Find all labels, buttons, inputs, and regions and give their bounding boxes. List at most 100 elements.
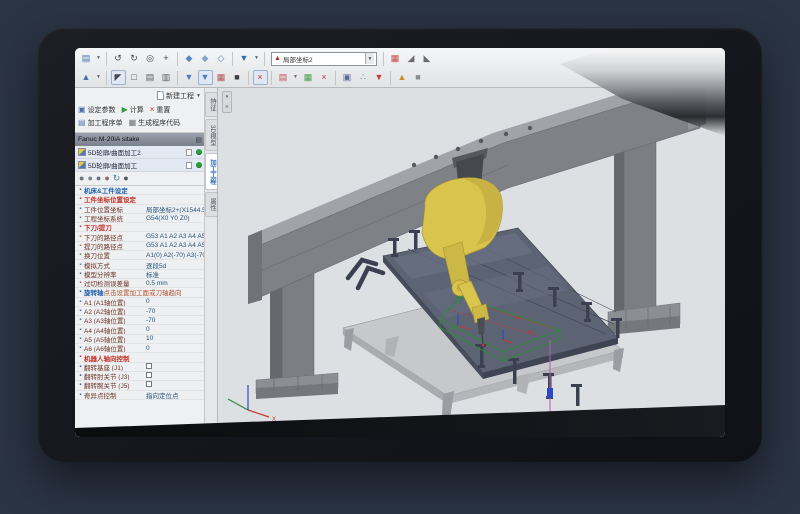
- set-params-button[interactable]: ▣设定参数: [78, 105, 116, 115]
- param-row[interactable]: ▪工程坐标系统G54(X0 Y0 Z0): [75, 214, 205, 223]
- tool-setup-icon[interactable]: ●: [87, 174, 92, 183]
- param-row[interactable]: ▪换刀位置A1(0) A2(-70) A3(-70): [75, 251, 205, 260]
- calculate-button[interactable]: ▶计算: [122, 105, 144, 115]
- verify-caret-icon[interactable]: ▼: [253, 51, 261, 66]
- open-caret-icon[interactable]: ▼: [95, 51, 103, 66]
- mesh-edit-icon[interactable]: ▦: [214, 70, 229, 85]
- param-value[interactable]: 0: [146, 345, 205, 352]
- viewport-menu-icon[interactable]: ▾: [226, 94, 229, 100]
- param-row[interactable]: ▪奇异点控制指向定位点: [75, 391, 205, 400]
- shaded-view-icon[interactable]: ◆: [198, 51, 213, 66]
- wireframe-view-icon[interactable]: ◇: [214, 51, 229, 66]
- param-value[interactable]: 0: [146, 326, 205, 333]
- machine-setup-icon[interactable]: ●: [79, 174, 84, 183]
- param-row[interactable]: ▪A1 (A1轴位置)0: [75, 298, 205, 307]
- param-row[interactable]: ▪A6 (A6轴位置)0: [75, 344, 205, 353]
- workpiece-caret-icon[interactable]: ▼: [95, 70, 103, 85]
- machine-icon[interactable]: ■: [411, 70, 426, 85]
- param-row[interactable]: ▪工件位置坐标局部坐标2+(X1544.582: [75, 205, 205, 214]
- funnel-blue-icon[interactable]: ▼: [182, 70, 197, 85]
- param-checkbox[interactable]: [146, 381, 152, 387]
- reset-button[interactable]: ×重置: [150, 105, 171, 115]
- collision-check-icon[interactable]: ×: [253, 70, 268, 85]
- new-project-button[interactable]: 新建工程: [166, 91, 194, 101]
- palette-icon[interactable]: ▦: [388, 51, 403, 66]
- rotate-left-icon[interactable]: ↺: [111, 51, 126, 66]
- param-row[interactable]: ▪旋转轴点击设置加工面或刀轴趋向: [75, 288, 205, 297]
- panel-tab-selected[interactable]: 加工工程: [205, 153, 217, 190]
- panel-tab-item[interactable]: 特征: [205, 92, 217, 117]
- param-value[interactable]: G53 A1 A2 A3 A4 A5 A6: [146, 242, 205, 249]
- pdf-caret-icon[interactable]: ▼: [292, 70, 300, 85]
- param-value[interactable]: A1(0) A2(-70) A3(-70): [146, 252, 205, 259]
- cursor-icon[interactable]: ▲: [395, 70, 410, 85]
- param-value[interactable]: 指向定位点: [146, 391, 205, 400]
- sheet-copy-icon[interactable]: ▥: [159, 70, 174, 85]
- param-row[interactable]: ▪A3 (A3轴位置)-70: [75, 316, 205, 325]
- report-icon[interactable]: ▦: [301, 70, 316, 85]
- solid-view-icon[interactable]: ◆: [182, 51, 197, 66]
- verify-icon[interactable]: ▼: [237, 51, 252, 66]
- viewport-options-icon[interactable]: ≡: [226, 104, 229, 110]
- funnel-red-icon[interactable]: ▼: [372, 70, 387, 85]
- coordinate-system-combo[interactable]: ▲局部坐标2▼: [271, 52, 377, 66]
- param-value[interactable]: -70: [146, 308, 205, 315]
- zoom-icon[interactable]: ◎: [143, 51, 158, 66]
- param-value[interactable]: 点击设置加工面或刀轴趋向: [104, 288, 206, 297]
- viewport-mini-toolbar[interactable]: ▾ ≡: [222, 91, 232, 113]
- param-value[interactable]: 逐段5d: [146, 260, 205, 269]
- param-value[interactable]: G53 A1 A2 A3 A4 A5 A6: [146, 233, 205, 240]
- param-row[interactable]: ▪过切检测误差量0.5 mm: [75, 279, 205, 288]
- refresh-icon[interactable]: ↻: [113, 174, 121, 183]
- delete-doc-icon[interactable]: ×: [317, 70, 332, 85]
- robot-tool-icon[interactable]: ◢: [404, 51, 419, 66]
- scatter-icon[interactable]: ∴: [356, 70, 371, 85]
- param-row[interactable]: ▪提刀的路径点G53 A1 A2 A3 A4 A5 A6: [75, 242, 205, 251]
- param-row[interactable]: ▪A5 (A5轴位置)10: [75, 335, 205, 344]
- panel-tab-item[interactable]: 属性: [205, 192, 217, 217]
- param-row[interactable]: ▪A2 (A2轴位置)-70: [75, 307, 205, 316]
- param-row[interactable]: ▪模拟方式逐段5d: [75, 260, 205, 269]
- generate-code-button[interactable]: ▦生成程序代码: [129, 118, 181, 128]
- tree-machine-node[interactable]: Fanuc M-20iA sitake ▤: [75, 133, 205, 146]
- workpiece-icon[interactable]: ▲: [79, 70, 94, 85]
- info-icon[interactable]: ●: [123, 174, 128, 183]
- param-value[interactable]: 0.5 mm: [146, 280, 205, 287]
- param-checkbox[interactable]: [146, 372, 152, 378]
- open-model-icon[interactable]: ▤: [79, 51, 94, 66]
- param-value[interactable]: G54(X0 Y0 Z0): [146, 215, 205, 222]
- param-row[interactable]: ▪下刀的路径点G53 A1 A2 A3 A4 A5 A6: [75, 232, 205, 241]
- param-row[interactable]: ▪A4 (A4轴位置)0: [75, 325, 205, 334]
- pdf-export-icon[interactable]: ▤: [276, 70, 291, 85]
- funnel-blue-2-icon[interactable]: ▼: [198, 70, 213, 85]
- param-row[interactable]: ▪机器人轴向控制: [75, 353, 205, 362]
- block-icon[interactable]: ■: [230, 70, 245, 85]
- new-project-caret-icon[interactable]: ▼: [196, 93, 201, 99]
- rotate-right-icon[interactable]: ↻: [127, 51, 142, 66]
- param-value[interactable]: 0: [146, 298, 205, 305]
- param-row[interactable]: ▪翻转基座 (J1): [75, 363, 205, 372]
- monitor-icon[interactable]: ▣: [340, 70, 355, 85]
- param-value[interactable]: 10: [146, 335, 205, 342]
- param-value[interactable]: 标准: [146, 270, 205, 279]
- select-box-icon[interactable]: □: [127, 70, 142, 85]
- param-value[interactable]: 局部坐标2+(X1544.582: [146, 205, 205, 214]
- fixture-icon[interactable]: ◣: [420, 51, 435, 66]
- param-row[interactable]: ▪翻转肘关节 (J3): [75, 372, 205, 381]
- param-row[interactable]: ▪模型分辨率标准: [75, 270, 205, 279]
- sheet-icon[interactable]: ▤: [143, 70, 158, 85]
- param-value[interactable]: -70: [146, 317, 205, 324]
- viewport-3d[interactable]: ▾ ≡: [218, 88, 725, 437]
- workpiece-setup-icon[interactable]: ●: [96, 174, 101, 183]
- select-icon[interactable]: ◤: [111, 70, 126, 85]
- param-row[interactable]: ▪翻转腕关节 (J5): [75, 381, 205, 390]
- param-checkbox[interactable]: [146, 363, 152, 369]
- tree-operation-row[interactable]: 5D轮廓/曲面加工: [75, 159, 205, 172]
- param-row[interactable]: ▪机床&工件设定: [75, 186, 205, 195]
- tree-operation-row[interactable]: 5D轮廓/曲面加工2: [75, 146, 205, 159]
- panel-tab-item[interactable]: 3D模型: [205, 119, 217, 152]
- simulation-icon[interactable]: ●: [104, 174, 109, 183]
- combo-dropdown-icon[interactable]: ▼: [365, 53, 374, 64]
- program-list-button[interactable]: ▤加工程序单: [78, 118, 123, 128]
- param-row[interactable]: ▪下刀/提刀: [75, 223, 205, 232]
